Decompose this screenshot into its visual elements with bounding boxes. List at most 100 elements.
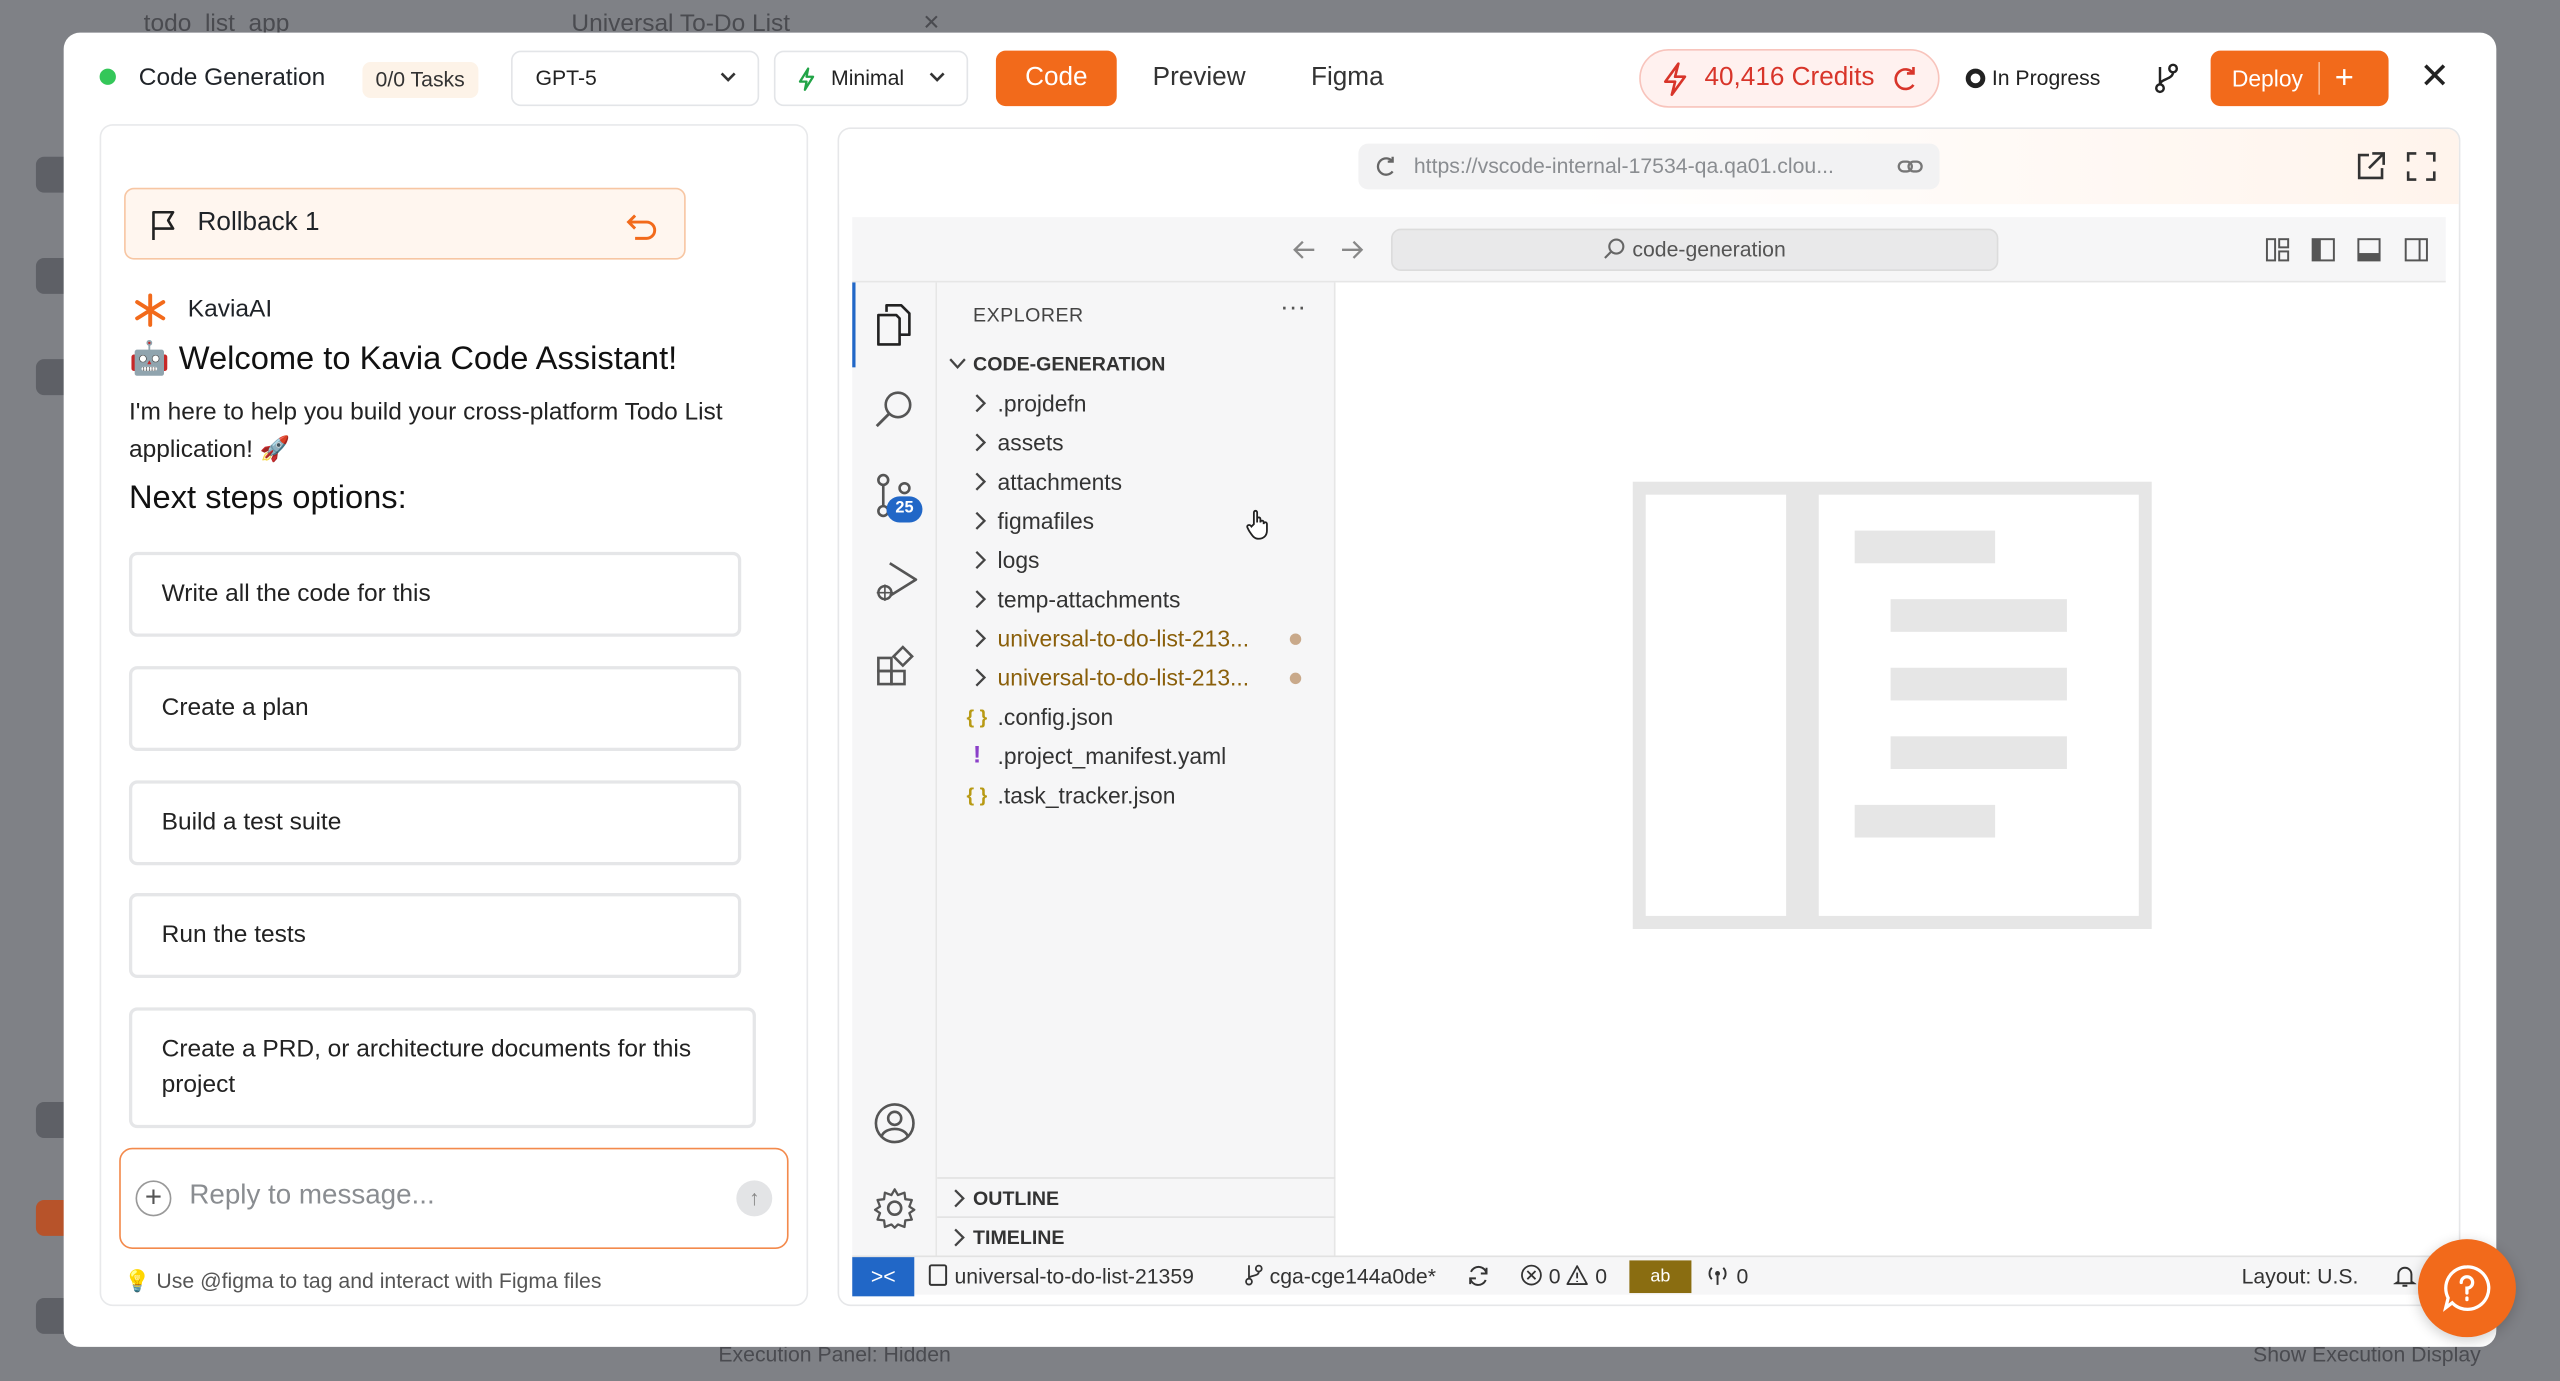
toggle-panel-icon[interactable] — [2356, 237, 2382, 271]
tree-file[interactable]: ! .project_manifest.yaml — [937, 736, 1335, 775]
bolt-icon — [1660, 51, 1689, 128]
root-folder[interactable]: CODE-GENERATION — [937, 344, 1335, 383]
rollback-bar[interactable]: Rollback 1 — [124, 187, 686, 260]
tab-figma[interactable]: Figma — [1311, 64, 1384, 93]
mode-select[interactable]: Minimal — [773, 50, 969, 107]
accounts-icon[interactable] — [873, 1102, 915, 1153]
tree-folder[interactable]: attachments — [937, 462, 1335, 501]
link-icon[interactable] — [1897, 144, 1923, 206]
welcome-title: Welcome to Kavia Code Assistant! — [178, 341, 678, 378]
intro-text: I'm here to help you build your cross-pl… — [128, 398, 723, 464]
command-center-search[interactable]: code-generation — [1391, 228, 1999, 272]
root-folder-label: CODE-GENERATION — [973, 352, 1166, 376]
reload-icon[interactable] — [1375, 144, 1398, 206]
deploy-divider — [2318, 62, 2320, 95]
notifications-bell-icon[interactable] — [2392, 1257, 2418, 1296]
more-actions-icon[interactable]: ··· — [1280, 294, 1306, 323]
option-build-test-suite-button[interactable]: Build a test suite — [128, 780, 742, 866]
tree-file[interactable]: { } .task_tracker.json — [937, 776, 1335, 815]
tree-folder[interactable]: figmafiles — [937, 501, 1335, 540]
tree-file-label: .project_manifest.yaml — [997, 742, 1227, 769]
repo-icon — [928, 1264, 948, 1286]
settings-gear-icon[interactable] — [873, 1187, 916, 1238]
status-dot-icon — [99, 68, 116, 85]
tree-folder-label: temp-attachments — [997, 586, 1181, 613]
timeline-section[interactable]: TIMELINE — [937, 1216, 1336, 1255]
spell-check-badge[interactable]: ab — [1629, 1260, 1692, 1294]
yaml-file-icon: ! — [973, 741, 982, 769]
hint-text: Use @figma to tag and interact with Figm… — [156, 1268, 602, 1294]
attach-plus-icon[interactable]: + — [135, 1180, 172, 1217]
tree-folder-label: .projdefn — [997, 390, 1087, 417]
tab-preview[interactable]: Preview — [1153, 64, 1246, 93]
sync-icon[interactable] — [1466, 1257, 1490, 1296]
outline-label: OUTLINE — [973, 1186, 1060, 1210]
next-steps-title: Next steps options: — [128, 479, 407, 516]
search-icon[interactable] — [873, 387, 915, 441]
git-branch-icon — [1245, 1264, 1263, 1286]
credits-badge[interactable]: 40,416 Credits — [1639, 48, 1940, 108]
remote-indicator-icon[interactable]: >< — [852, 1257, 915, 1297]
keyboard-layout-status[interactable]: Layout: U.S. — [2242, 1257, 2359, 1296]
undo-icon[interactable] — [625, 209, 658, 250]
send-arrow-icon[interactable]: ↑ — [736, 1180, 773, 1217]
toggle-primary-sidebar-icon[interactable] — [2310, 237, 2336, 271]
model-select[interactable]: GPT-5 — [511, 50, 760, 107]
option-run-tests-button[interactable]: Run the tests — [128, 893, 742, 978]
branch-status[interactable]: cga-cge144a0de* — [1244, 1257, 1436, 1296]
refresh-icon[interactable] — [1892, 51, 1918, 128]
editor-area[interactable] — [1335, 282, 2446, 1256]
outline-section[interactable]: OUTLINE — [937, 1177, 1336, 1216]
explorer-files-icon[interactable] — [873, 302, 915, 356]
extensions-icon[interactable] — [875, 645, 917, 696]
reply-input[interactable] — [189, 1178, 712, 1212]
tree-folder[interactable]: logs — [937, 540, 1335, 579]
vscode-watermark-icon — [1632, 481, 2152, 929]
forward-arrow-icon[interactable] — [1337, 235, 1366, 273]
option-write-code-button[interactable]: Write all the code for this — [128, 551, 742, 637]
option-create-plan-button[interactable]: Create a plan — [128, 666, 742, 752]
background-sidebar — [0, 0, 72, 1381]
tasks-badge[interactable]: 0/0 Tasks — [362, 62, 478, 98]
git-branch-icon[interactable] — [2152, 60, 2181, 104]
deploy-label: Deploy — [2231, 65, 2304, 92]
tree-folder-modified[interactable]: universal-to-do-list-213... — [937, 619, 1335, 658]
tab-code[interactable]: Code — [995, 50, 1117, 107]
ports-status[interactable]: 0 — [1704, 1257, 1748, 1296]
customize-layout-icon[interactable] — [2264, 237, 2290, 271]
fullscreen-icon[interactable] — [2405, 150, 2438, 191]
tree-folder[interactable]: assets — [937, 423, 1335, 462]
close-icon[interactable]: ✕ — [2420, 56, 2450, 98]
reply-box: + ↑ — [119, 1147, 789, 1249]
url-bar[interactable]: https://vscode-internal-17534-qa.qa01.cl… — [1358, 143, 1940, 190]
run-debug-icon[interactable] — [873, 557, 919, 614]
tree-file[interactable]: { } .config.json — [937, 697, 1335, 736]
vscode-titlebar: code-generation — [852, 217, 2446, 283]
help-chat-button[interactable] — [2417, 1239, 2516, 1338]
back-arrow-icon[interactable] — [1290, 235, 1319, 273]
search-icon — [1604, 238, 1625, 259]
problems-status[interactable]: 0 0 — [1520, 1257, 1607, 1296]
repo-name: universal-to-do-list-21359 — [954, 1263, 1194, 1289]
deploy-button[interactable]: Deploy + — [2210, 50, 2389, 107]
open-external-icon[interactable] — [2354, 150, 2387, 191]
tree-folder[interactable]: temp-attachments — [937, 580, 1335, 619]
credits-amount: 40,416 Credits — [1704, 63, 1875, 92]
deploy-plus-icon[interactable]: + — [2335, 51, 2354, 107]
chat-panel: Rollback 1 KaviaAI 🤖 Welcome to Kavia Co… — [99, 124, 809, 1307]
mode-select-value: Minimal — [831, 65, 905, 90]
lightbulb-icon: 💡 — [124, 1268, 151, 1294]
warning-count: 0 — [1595, 1263, 1608, 1289]
tree-folder-label: attachments — [997, 468, 1123, 495]
tree-folder-modified[interactable]: universal-to-do-list-213... — [937, 658, 1335, 697]
tree-folder-label: universal-to-do-list-213... — [997, 625, 1250, 652]
code-generation-modal: Code Generation 0/0 Tasks GPT-5 Minimal … — [63, 32, 2497, 1347]
page-title: Code Generation — [138, 63, 326, 92]
toggle-secondary-sidebar-icon[interactable] — [2403, 237, 2429, 271]
option-create-prd-button[interactable]: Create a PRD, or architecture documents … — [128, 1007, 756, 1129]
repo-status[interactable]: universal-to-do-list-21359 — [927, 1257, 1194, 1296]
bolt-icon — [797, 52, 817, 124]
tree-folder[interactable]: .projdefn — [937, 384, 1335, 423]
chevron-down-icon — [927, 52, 947, 125]
modified-dot-icon — [1289, 633, 1302, 645]
